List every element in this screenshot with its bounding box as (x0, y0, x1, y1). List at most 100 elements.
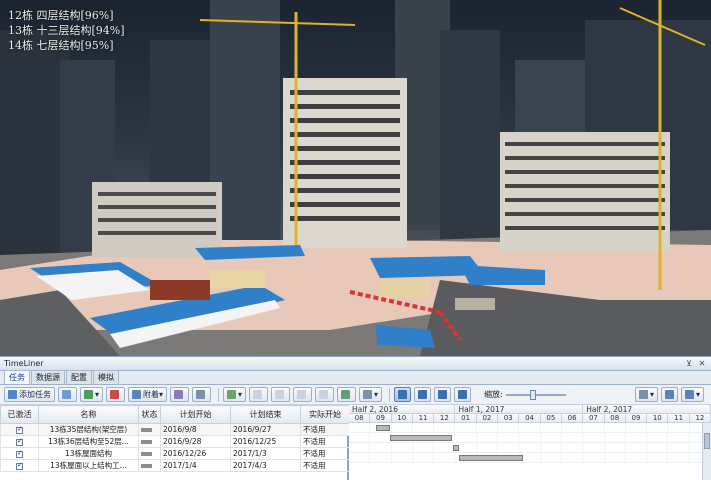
filter-dropdown[interactable]: ▾ (634, 387, 658, 402)
planned-end[interactable]: 2017/1/3 (230, 447, 301, 460)
panel-titlebar[interactable]: TimeLiner ⊻ ✕ (0, 357, 711, 371)
export-icon (341, 390, 351, 399)
auto-add-icon (84, 390, 93, 399)
panel-title: TimeLiner (4, 359, 44, 368)
delete-task-button[interactable] (106, 387, 126, 402)
actual-start[interactable]: 不适用 (300, 423, 350, 436)
add-task-label: 添加任务 (19, 390, 51, 399)
gantt-month: 11 (668, 414, 690, 422)
gantt-month: 07 (583, 414, 605, 422)
planned-start[interactable]: 2016/9/28 (160, 435, 231, 448)
delete-icon (110, 390, 120, 399)
gantt-bar[interactable] (453, 445, 459, 451)
planned-start[interactable]: 2016/12/26 (160, 447, 231, 460)
export-dropdown[interactable]: ▾ (680, 387, 704, 402)
attach-dropdown[interactable]: 附着 ▾ (128, 387, 168, 402)
active-checkbox[interactable] (16, 449, 23, 458)
active-checkbox[interactable] (16, 437, 23, 446)
outdent-button[interactable] (271, 387, 291, 402)
column-header-status[interactable]: 状态 (138, 405, 161, 424)
indent-icon (253, 390, 263, 399)
gantt-period-header: Half 2, 2016 Half 1, 2017 Half 2, 2017 (349, 405, 711, 414)
task-name[interactable]: 13栋屋面以上结构工... (38, 459, 139, 472)
scrollbar-thumb[interactable] (704, 433, 710, 449)
columns-icon (363, 390, 373, 399)
tab-tasks[interactable]: 任务 (4, 370, 30, 384)
panel-tabs: 任务 数据源 配置 模拟 (0, 370, 711, 385)
active-checkbox[interactable] (16, 461, 23, 470)
actual-start[interactable]: 不适用 (300, 447, 350, 460)
zoom-slider[interactable] (505, 389, 566, 400)
view-grid-gantt-button[interactable] (394, 387, 412, 402)
gantt-row (349, 433, 711, 443)
status-cell (138, 459, 161, 472)
column-header-planned-start[interactable]: 计划开始 (160, 405, 231, 424)
planned-end[interactable]: 2017/4/3 (230, 459, 301, 472)
progress-line: 14栋 七层结构[95%] (8, 39, 114, 52)
gantt-period: Half 2, 2016 (349, 405, 456, 413)
split-icon (458, 390, 468, 399)
move-down-icon (319, 390, 329, 399)
toolbar-divider (218, 387, 220, 402)
column-header-actual-start[interactable]: 实际开始 (300, 405, 350, 424)
move-up-icon (297, 390, 307, 399)
vertical-scrollbar[interactable] (702, 423, 711, 480)
link-dropdown[interactable]: ▾ (223, 387, 247, 402)
gantt-bar[interactable] (458, 455, 524, 461)
rules-button[interactable] (170, 387, 190, 402)
gantt-month: 08 (349, 414, 371, 422)
actual-start[interactable]: 不适用 (300, 435, 350, 448)
task-name[interactable]: 13栋35层结构(架空层) (38, 423, 139, 436)
table-row[interactable]: 13栋屋面以上结构工... 2017/1/4 2017/4/3 不适用 (0, 459, 350, 472)
insert-task-button[interactable] (58, 387, 77, 402)
move-down-button[interactable] (315, 387, 335, 402)
outdent-icon (275, 390, 285, 399)
indent-button[interactable] (249, 387, 269, 402)
gantt-month: 06 (562, 414, 584, 422)
column-header-planned-end[interactable]: 计划结束 (230, 405, 301, 424)
gantt-month: 10 (392, 414, 413, 422)
planned-end[interactable]: 2016/9/27 (230, 423, 301, 436)
gantt-row (349, 453, 711, 463)
view-grid-button[interactable] (414, 387, 432, 402)
grid-gantt-icon (398, 390, 408, 399)
move-up-button[interactable] (293, 387, 313, 402)
table-row[interactable]: 13栋屋面结构 2016/12/26 2017/1/3 不适用 (0, 447, 350, 460)
pin-icon[interactable]: ⊻ (684, 359, 694, 369)
gantt-month: 04 (519, 414, 541, 422)
actual-start[interactable]: 不适用 (300, 459, 350, 472)
import-button[interactable] (660, 387, 678, 402)
filter-button[interactable] (192, 387, 212, 402)
tab-configure[interactable]: 配置 (66, 370, 92, 384)
column-header-active[interactable]: 已激活 (0, 405, 39, 424)
auto-add-dropdown[interactable]: ▾ (80, 387, 104, 402)
active-checkbox[interactable] (16, 425, 23, 434)
tab-data-sources[interactable]: 数据源 (31, 370, 65, 384)
tab-simulate[interactable]: 模拟 (93, 370, 119, 384)
gantt-chart[interactable]: Half 2, 2016 Half 1, 2017 Half 2, 2017 0… (349, 405, 711, 480)
task-name[interactable]: 13栋36层结构至52层... (38, 435, 139, 448)
table-row[interactable]: 13栋36层结构至52层... 2016/9/28 2016/12/25 不适用 (0, 435, 350, 448)
gantt-bar[interactable] (375, 425, 390, 431)
view-split-button[interactable] (454, 387, 472, 402)
filter-icon (196, 390, 206, 399)
gantt-bar[interactable] (389, 435, 453, 441)
close-icon[interactable]: ✕ (697, 359, 707, 369)
link-icon (227, 390, 237, 399)
zoom-slider-thumb[interactable] (529, 389, 536, 400)
grid-icon (418, 390, 428, 399)
add-task-button[interactable]: 添加任务 (4, 387, 55, 402)
view-gantt-button[interactable] (434, 387, 452, 402)
planned-start[interactable]: 2017/1/4 (160, 459, 231, 472)
planned-end[interactable]: 2016/12/25 (230, 435, 301, 448)
columns-dropdown[interactable]: ▾ (359, 387, 383, 402)
gantt-month: 02 (477, 414, 499, 422)
column-header-name[interactable]: 名称 (38, 405, 139, 424)
building-13 (283, 78, 407, 248)
planned-start[interactable]: 2016/9/8 (160, 423, 231, 436)
task-name[interactable]: 13栋屋面结构 (38, 447, 139, 460)
task-grid: 已激活 名称 状态 计划开始 计划结束 实际开始 13栋35层结构(架空层) 2… (0, 405, 350, 480)
3d-viewport[interactable]: 12栋 四层结构[96%] 13栋 十三层结构[94%] 14栋 七层结构[95… (0, 0, 711, 356)
export-button[interactable] (337, 387, 357, 402)
table-row[interactable]: 13栋35层结构(架空层) 2016/9/8 2016/9/27 不适用 (0, 423, 350, 436)
